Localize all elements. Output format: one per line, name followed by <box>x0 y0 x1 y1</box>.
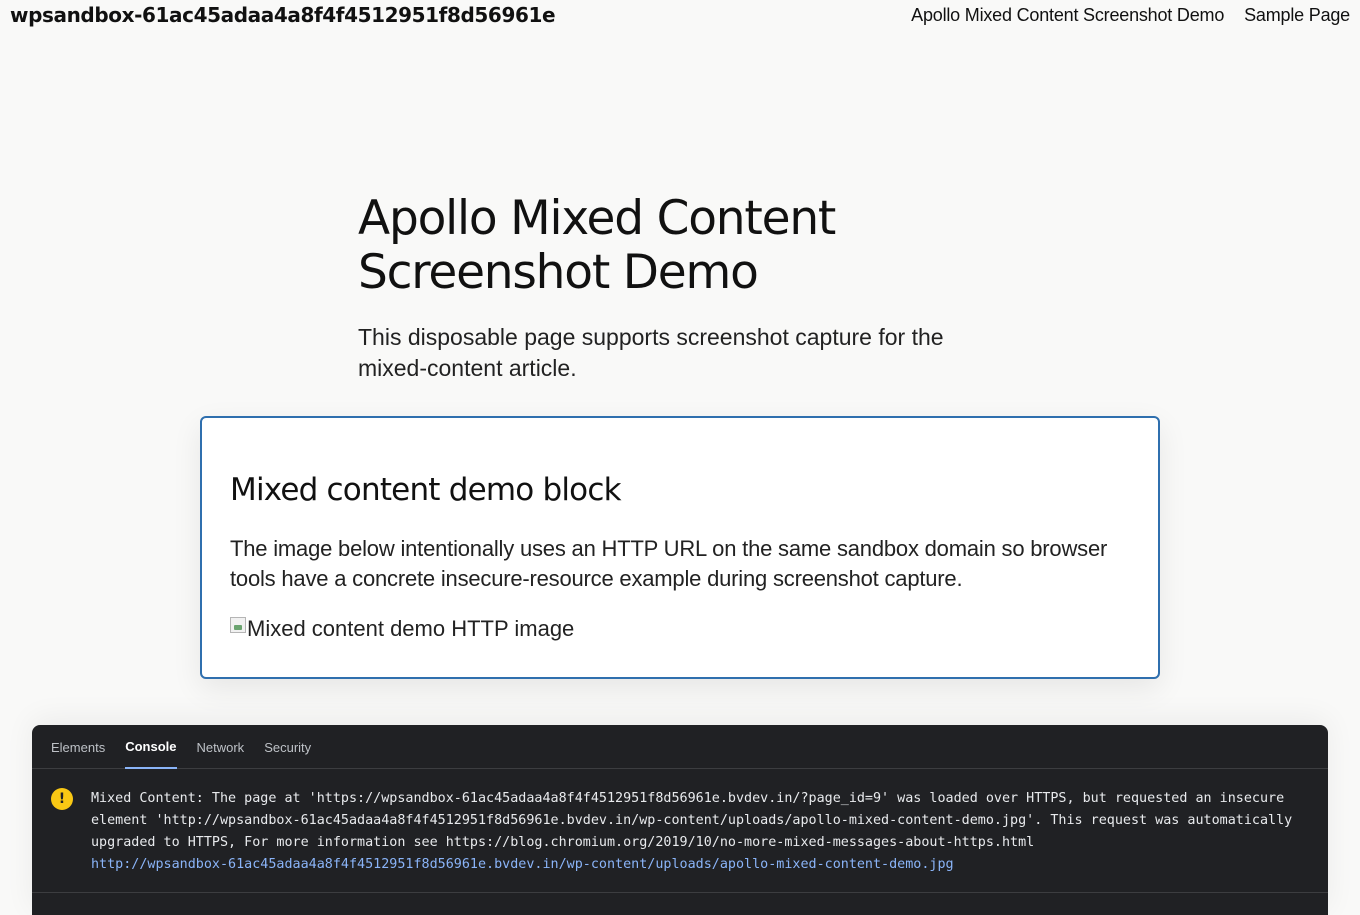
page-title: Apollo Mixed Content Screenshot Demo <box>358 191 836 300</box>
page-hero: Apollo Mixed Content Screenshot Demo Thi… <box>358 192 998 384</box>
image-alt-text: Mixed content demo HTTP image <box>247 616 575 641</box>
card-heading: Mixed content demo block <box>230 472 622 508</box>
demo-block-card: Mixed content demo block The image below… <box>200 416 1160 679</box>
primary-nav: Apollo Mixed Content Screenshot Demo Sam… <box>911 5 1350 26</box>
console-warning-row: ! Mixed Content: The page at 'https://wp… <box>32 769 1328 893</box>
tab-console[interactable]: Console <box>125 725 177 769</box>
tab-elements[interactable]: Elements <box>51 725 105 769</box>
warning-icon: ! <box>51 788 73 810</box>
page-subtitle: This disposable page supports screenshot… <box>358 324 944 381</box>
broken-image: Mixed content demo HTTP image <box>230 616 1130 642</box>
nav-link-sample-page[interactable]: Sample Page <box>1244 5 1350 26</box>
broken-image-icon <box>230 617 246 633</box>
site-header: wpsandbox-61ac45adaa4a8f4f4512951f8d5696… <box>0 0 1360 34</box>
tab-network[interactable]: Network <box>197 725 245 769</box>
site-title[interactable]: wpsandbox-61ac45adaa4a8f4f4512951f8d5696… <box>10 3 556 27</box>
console-message: Mixed Content: The page at 'https://wpsa… <box>91 791 1301 850</box>
nav-link-apollo-demo[interactable]: Apollo Mixed Content Screenshot Demo <box>911 5 1224 26</box>
devtools-panel: Elements Console Network Security ! Mixe… <box>32 725 1328 915</box>
devtools-tabs: Elements Console Network Security <box>32 725 1328 769</box>
tab-security[interactable]: Security <box>264 725 311 769</box>
console-resource-link[interactable]: http://wpsandbox-61ac45adaa4a8f4f4512951… <box>91 854 1298 876</box>
card-body-text: The image below intentionally uses an HT… <box>230 536 1108 591</box>
